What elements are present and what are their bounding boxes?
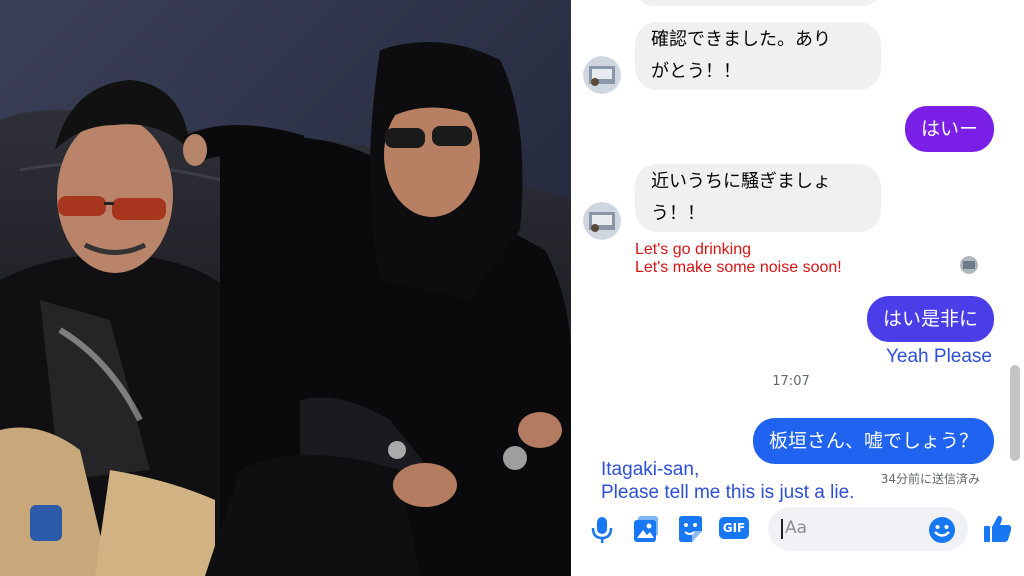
message-text: 板垣さん、嘘でしょう？ [768,430,978,452]
message-status: 34分前に送信済み [881,470,980,487]
translation-line: Let's make some noise soon! [635,259,842,276]
gif-icon[interactable]: GIF [719,517,749,539]
photo [0,0,571,576]
message-received-1[interactable]: 確認できました。あり がとう！！ [635,22,881,90]
emoji-icon[interactable] [928,516,956,548]
status-text: 34分前に送信済み [880,472,980,486]
translation-caption-3: Itagaki-san, Please tell me this is just… [601,458,854,504]
message-received-2[interactable]: 近いうちに騒ぎましょ う！！ [635,164,881,232]
timestamp-text: 17:07 [772,374,810,389]
avatar-image [583,56,621,94]
contact-avatar[interactable] [583,56,621,94]
contact-avatar[interactable] [583,202,621,240]
previous-message-bubble [635,0,881,6]
avatar-image [583,202,621,240]
microphone-icon[interactable] [591,513,613,549]
chat-panel: 確認できました。あり がとう！！ はいー 近いうちに騒ぎましょ う！！ Let'… [571,0,1024,576]
message-text-line: がとう！！ [651,61,741,82]
input-placeholder: Aa [785,518,808,538]
sticker-icon[interactable] [677,513,705,549]
translation-line: Please tell me this is just a lie. [601,482,855,503]
translation-line: Itagaki-san, [601,459,700,480]
read-receipt-avatar [960,256,978,274]
text-cursor [781,519,783,539]
message-text-line: う！！ [651,203,705,224]
message-text: はい是非に [882,308,978,330]
gif-label: GIF [719,517,749,539]
translation-caption-2: Yeah Please [886,346,992,368]
thumbs-up-icon[interactable] [983,513,1013,549]
translation-caption-1: Let's go drinking Let's make some noise … [635,241,842,277]
photo-illustration [0,0,571,576]
message-text-line: 確認できました。あり [651,29,831,50]
translation-line: Let's go drinking [635,241,752,258]
image-icon[interactable] [633,513,661,549]
scrollbar[interactable] [1010,365,1020,461]
message-text: はいー [920,118,978,140]
translation-line: Yeah Please [885,346,992,367]
message-sent-1[interactable]: はいー [904,106,994,152]
message-text-line: 近いうちに騒ぎましょ [651,171,831,192]
timestamp: 17:07 [571,374,1011,389]
message-sent-2[interactable]: はい是非に [866,296,994,342]
